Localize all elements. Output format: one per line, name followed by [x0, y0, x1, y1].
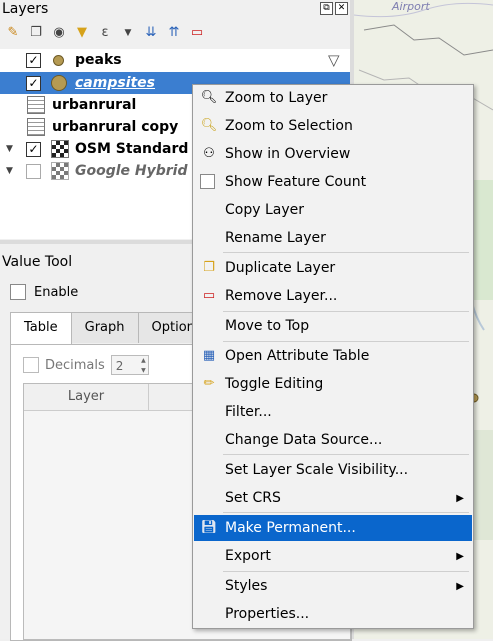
menu-separator: [223, 252, 469, 253]
submenu-arrow-icon: ▶: [456, 492, 464, 504]
zoom-selection-icon: 🔍︎: [200, 118, 218, 133]
layers-toolbar: ✎ ❐ ◉ ▼ ε ▼ ⇊ ⇈ ▭: [4, 22, 206, 44]
close-panel-icon[interactable]: ✕: [335, 2, 348, 15]
value-tool-tabs: Table Graph Options: [10, 312, 216, 345]
menu-filter[interactable]: Filter...: [194, 399, 472, 425]
expand-all-icon[interactable]: ⇊: [142, 24, 160, 42]
decimals-spinbox[interactable]: 2: [110, 355, 149, 376]
paint-brush-icon[interactable]: ✎: [4, 24, 22, 42]
enable-checkbox[interactable]: Enable: [10, 284, 78, 300]
add-group-icon[interactable]: ❐: [27, 24, 45, 42]
submenu-arrow-icon: ▶: [456, 550, 464, 562]
menu-separator: [223, 341, 469, 342]
layer-label: campsites: [75, 75, 156, 91]
zoom-layer-icon: 🔍︎: [200, 90, 218, 105]
menu-show-feature-count[interactable]: Show Feature Count: [194, 169, 472, 195]
table-icon: [27, 118, 45, 136]
decimals-checkbox[interactable]: [23, 357, 39, 373]
value-tool-title: Value Tool: [2, 254, 73, 270]
menu-remove-layer[interactable]: ▭ Remove Layer...: [194, 283, 472, 309]
decimals-label: Decimals: [45, 357, 105, 373]
menu-zoom-to-layer[interactable]: 🔍︎ Zoom to Layer: [194, 85, 472, 111]
layer-label: urbanrural: [52, 97, 137, 113]
duplicate-icon: ❐: [203, 260, 215, 275]
menu-make-permanent[interactable]: 💾︎ Make Permanent...: [194, 515, 472, 541]
table-icon: ▦: [202, 348, 216, 363]
menu-open-attribute-table[interactable]: ▦ Open Attribute Table: [194, 343, 472, 369]
layer-visibility-checkbox[interactable]: [26, 163, 41, 179]
layer-row-peaks[interactable]: ✓ peaks ▽: [0, 49, 350, 71]
menu-copy-layer[interactable]: Copy Layer: [194, 197, 472, 223]
filter-icon[interactable]: ▼: [73, 24, 91, 42]
tab-table[interactable]: Table: [10, 312, 72, 345]
menu-duplicate-layer[interactable]: ❐ Duplicate Layer: [194, 255, 472, 281]
menu-change-data-source[interactable]: Change Data Source...: [194, 427, 472, 453]
layer-label: urbanrural copy: [52, 119, 179, 135]
panel-title-buttons: ⧉ ✕: [320, 2, 348, 15]
raster-icon: [51, 162, 69, 180]
layer-label: Google Hybrid: [75, 163, 188, 179]
float-panel-icon[interactable]: ⧉: [320, 2, 333, 15]
menu-move-to-top[interactable]: Move to Top: [194, 313, 472, 339]
menu-show-in-overview[interactable]: ⚇ Show in Overview: [194, 141, 472, 167]
layer-label: peaks: [75, 52, 122, 68]
menu-set-crs[interactable]: Set CRS ▶: [194, 485, 472, 511]
save-icon: 💾︎: [200, 520, 218, 535]
layers-panel-title: Layers: [2, 1, 49, 17]
tab-graph[interactable]: Graph: [70, 312, 139, 343]
enable-label: Enable: [34, 284, 79, 300]
collapse-all-icon[interactable]: ⇈: [165, 24, 183, 42]
overview-icon: ⚇: [203, 146, 215, 161]
raster-icon: [51, 140, 69, 158]
menu-styles[interactable]: Styles ▶: [194, 573, 472, 599]
point-icon: [51, 75, 67, 91]
dropdown-icon[interactable]: ▼: [119, 24, 137, 42]
menu-rename-layer[interactable]: Rename Layer: [194, 225, 472, 251]
layer-label: OSM Standard: [75, 141, 189, 157]
expand-arrow-icon[interactable]: ▼: [6, 166, 16, 176]
filter-indicator-icon[interactable]: ▽: [328, 51, 340, 69]
menu-set-layer-scale-visibility[interactable]: Set Layer Scale Visibility...: [194, 457, 472, 483]
menu-toggle-editing[interactable]: ✏︎ Toggle Editing: [194, 371, 472, 397]
pencil-icon: ✏︎: [203, 376, 215, 391]
point-icon: [53, 54, 64, 66]
remove-layer-icon[interactable]: ▭: [188, 24, 206, 42]
column-header-layer[interactable]: Layer: [24, 384, 149, 410]
menu-zoom-to-selection[interactable]: 🔍︎ Zoom to Selection: [194, 113, 472, 139]
epsilon-icon[interactable]: ε: [96, 24, 114, 42]
map-label-airport: Airport: [392, 0, 430, 13]
menu-separator: [223, 311, 469, 312]
menu-separator: [223, 454, 469, 455]
checkbox-icon[interactable]: [200, 174, 218, 190]
menu-separator: [223, 571, 469, 572]
decimals-control: Decimals 2: [23, 355, 149, 376]
layer-visibility-checkbox[interactable]: ✓: [26, 141, 41, 157]
menu-export[interactable]: Export ▶: [194, 543, 472, 569]
menu-properties[interactable]: Properties...: [194, 601, 472, 627]
layer-context-menu: 🔍︎ Zoom to Layer 🔍︎ Zoom to Selection ⚇ …: [192, 84, 474, 629]
enable-checkbox-box[interactable]: [10, 284, 26, 300]
remove-icon: ▭: [202, 288, 216, 303]
eye-icon[interactable]: ◉: [50, 24, 68, 42]
menu-separator: [223, 512, 469, 513]
layer-visibility-checkbox[interactable]: ✓: [26, 52, 41, 68]
expand-arrow-icon[interactable]: ▼: [6, 144, 16, 154]
submenu-arrow-icon: ▶: [456, 580, 464, 592]
layer-visibility-checkbox[interactable]: ✓: [26, 75, 41, 91]
table-icon: [27, 96, 45, 114]
